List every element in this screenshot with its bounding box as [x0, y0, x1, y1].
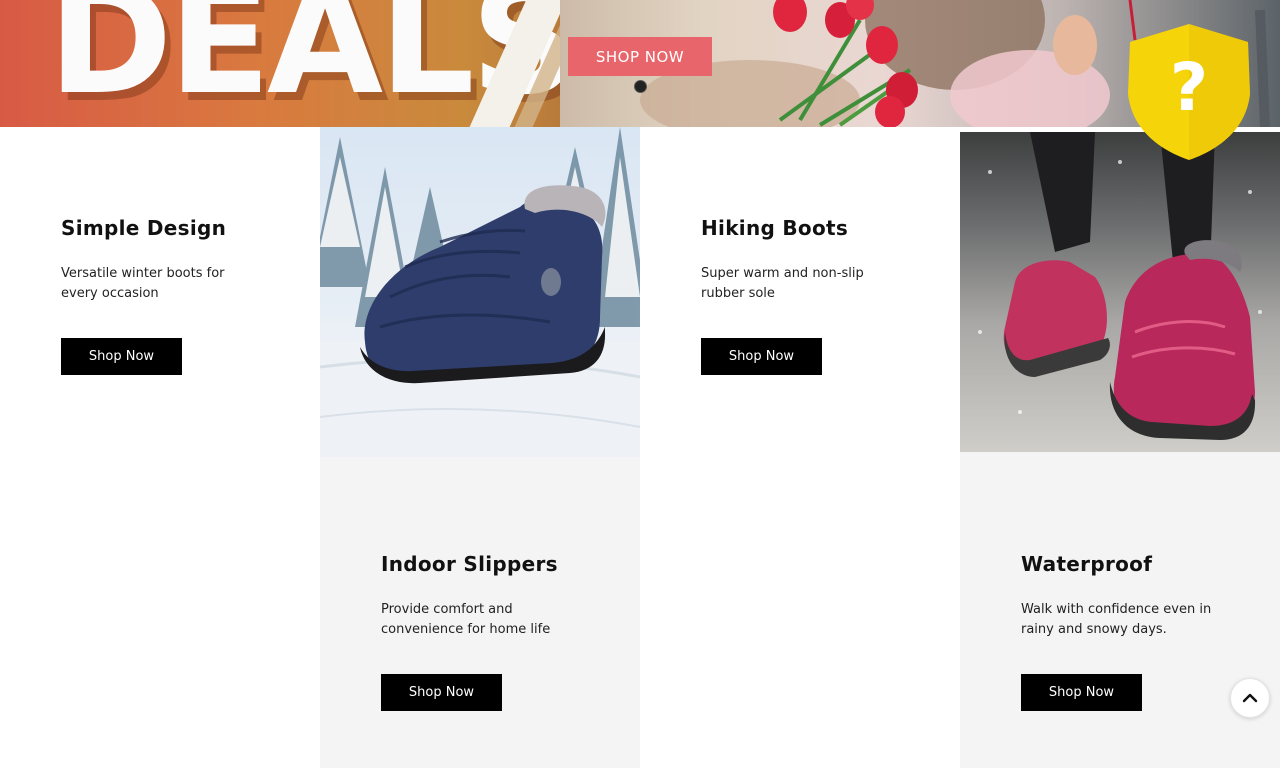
card-text: Hiking Boots Super warm and non-slip rub…: [701, 218, 901, 375]
card-waterproof: Waterproof Walk with confidence even in …: [960, 452, 1280, 768]
card-description: Versatile winter boots for every occasio…: [61, 266, 225, 301]
card-title: Simple Design: [61, 216, 227, 240]
pink-hiking-shoe-art: [978, 132, 1262, 440]
card-text: Indoor Slippers Provide comfort and conv…: [381, 554, 581, 711]
card-simple-design: Simple Design Versatile winter boots for…: [0, 127, 320, 457]
badge-symbol: ?: [1170, 49, 1208, 126]
pink-hiking-shoe-image[interactable]: [960, 132, 1280, 452]
question-shield-icon[interactable]: ?: [1126, 22, 1252, 162]
scroll-to-top-button[interactable]: [1230, 678, 1270, 718]
card-description: Super warm and non-slip rubber sole: [701, 266, 864, 301]
card-description: Walk with confidence even in rainy and s…: [1021, 602, 1212, 637]
card-title: Indoor Slippers: [381, 552, 558, 576]
shop-now-button[interactable]: Shop Now: [381, 674, 502, 711]
card-title: Waterproof: [1021, 552, 1153, 576]
navy-snow-boot-art: [320, 127, 640, 457]
navy-snow-boot-image[interactable]: [320, 127, 640, 457]
hero-shop-now-button[interactable]: SHOP NOW: [568, 37, 712, 76]
card-description: Provide comfort and convenience for home…: [381, 602, 551, 637]
card-title: Hiking Boots: [701, 216, 849, 240]
chevron-up-icon: [1242, 693, 1258, 703]
shop-now-button[interactable]: Shop Now: [1021, 674, 1142, 711]
slide-indicator-dot[interactable]: [634, 80, 647, 93]
card-text: Simple Design Versatile winter boots for…: [61, 218, 261, 375]
hero-banner[interactable]: DEALS SHOP NOW: [0, 0, 1280, 127]
empty-cell: [640, 457, 960, 768]
shop-now-button[interactable]: Shop Now: [61, 338, 182, 375]
card-hiking-boots: Hiking Boots Super warm and non-slip rub…: [640, 127, 960, 457]
card-text: Waterproof Walk with confidence even in …: [1021, 554, 1221, 711]
card-indoor-slippers: Indoor Slippers Provide comfort and conv…: [320, 457, 640, 768]
empty-cell: [0, 457, 320, 768]
shop-now-button[interactable]: Shop Now: [701, 338, 822, 375]
